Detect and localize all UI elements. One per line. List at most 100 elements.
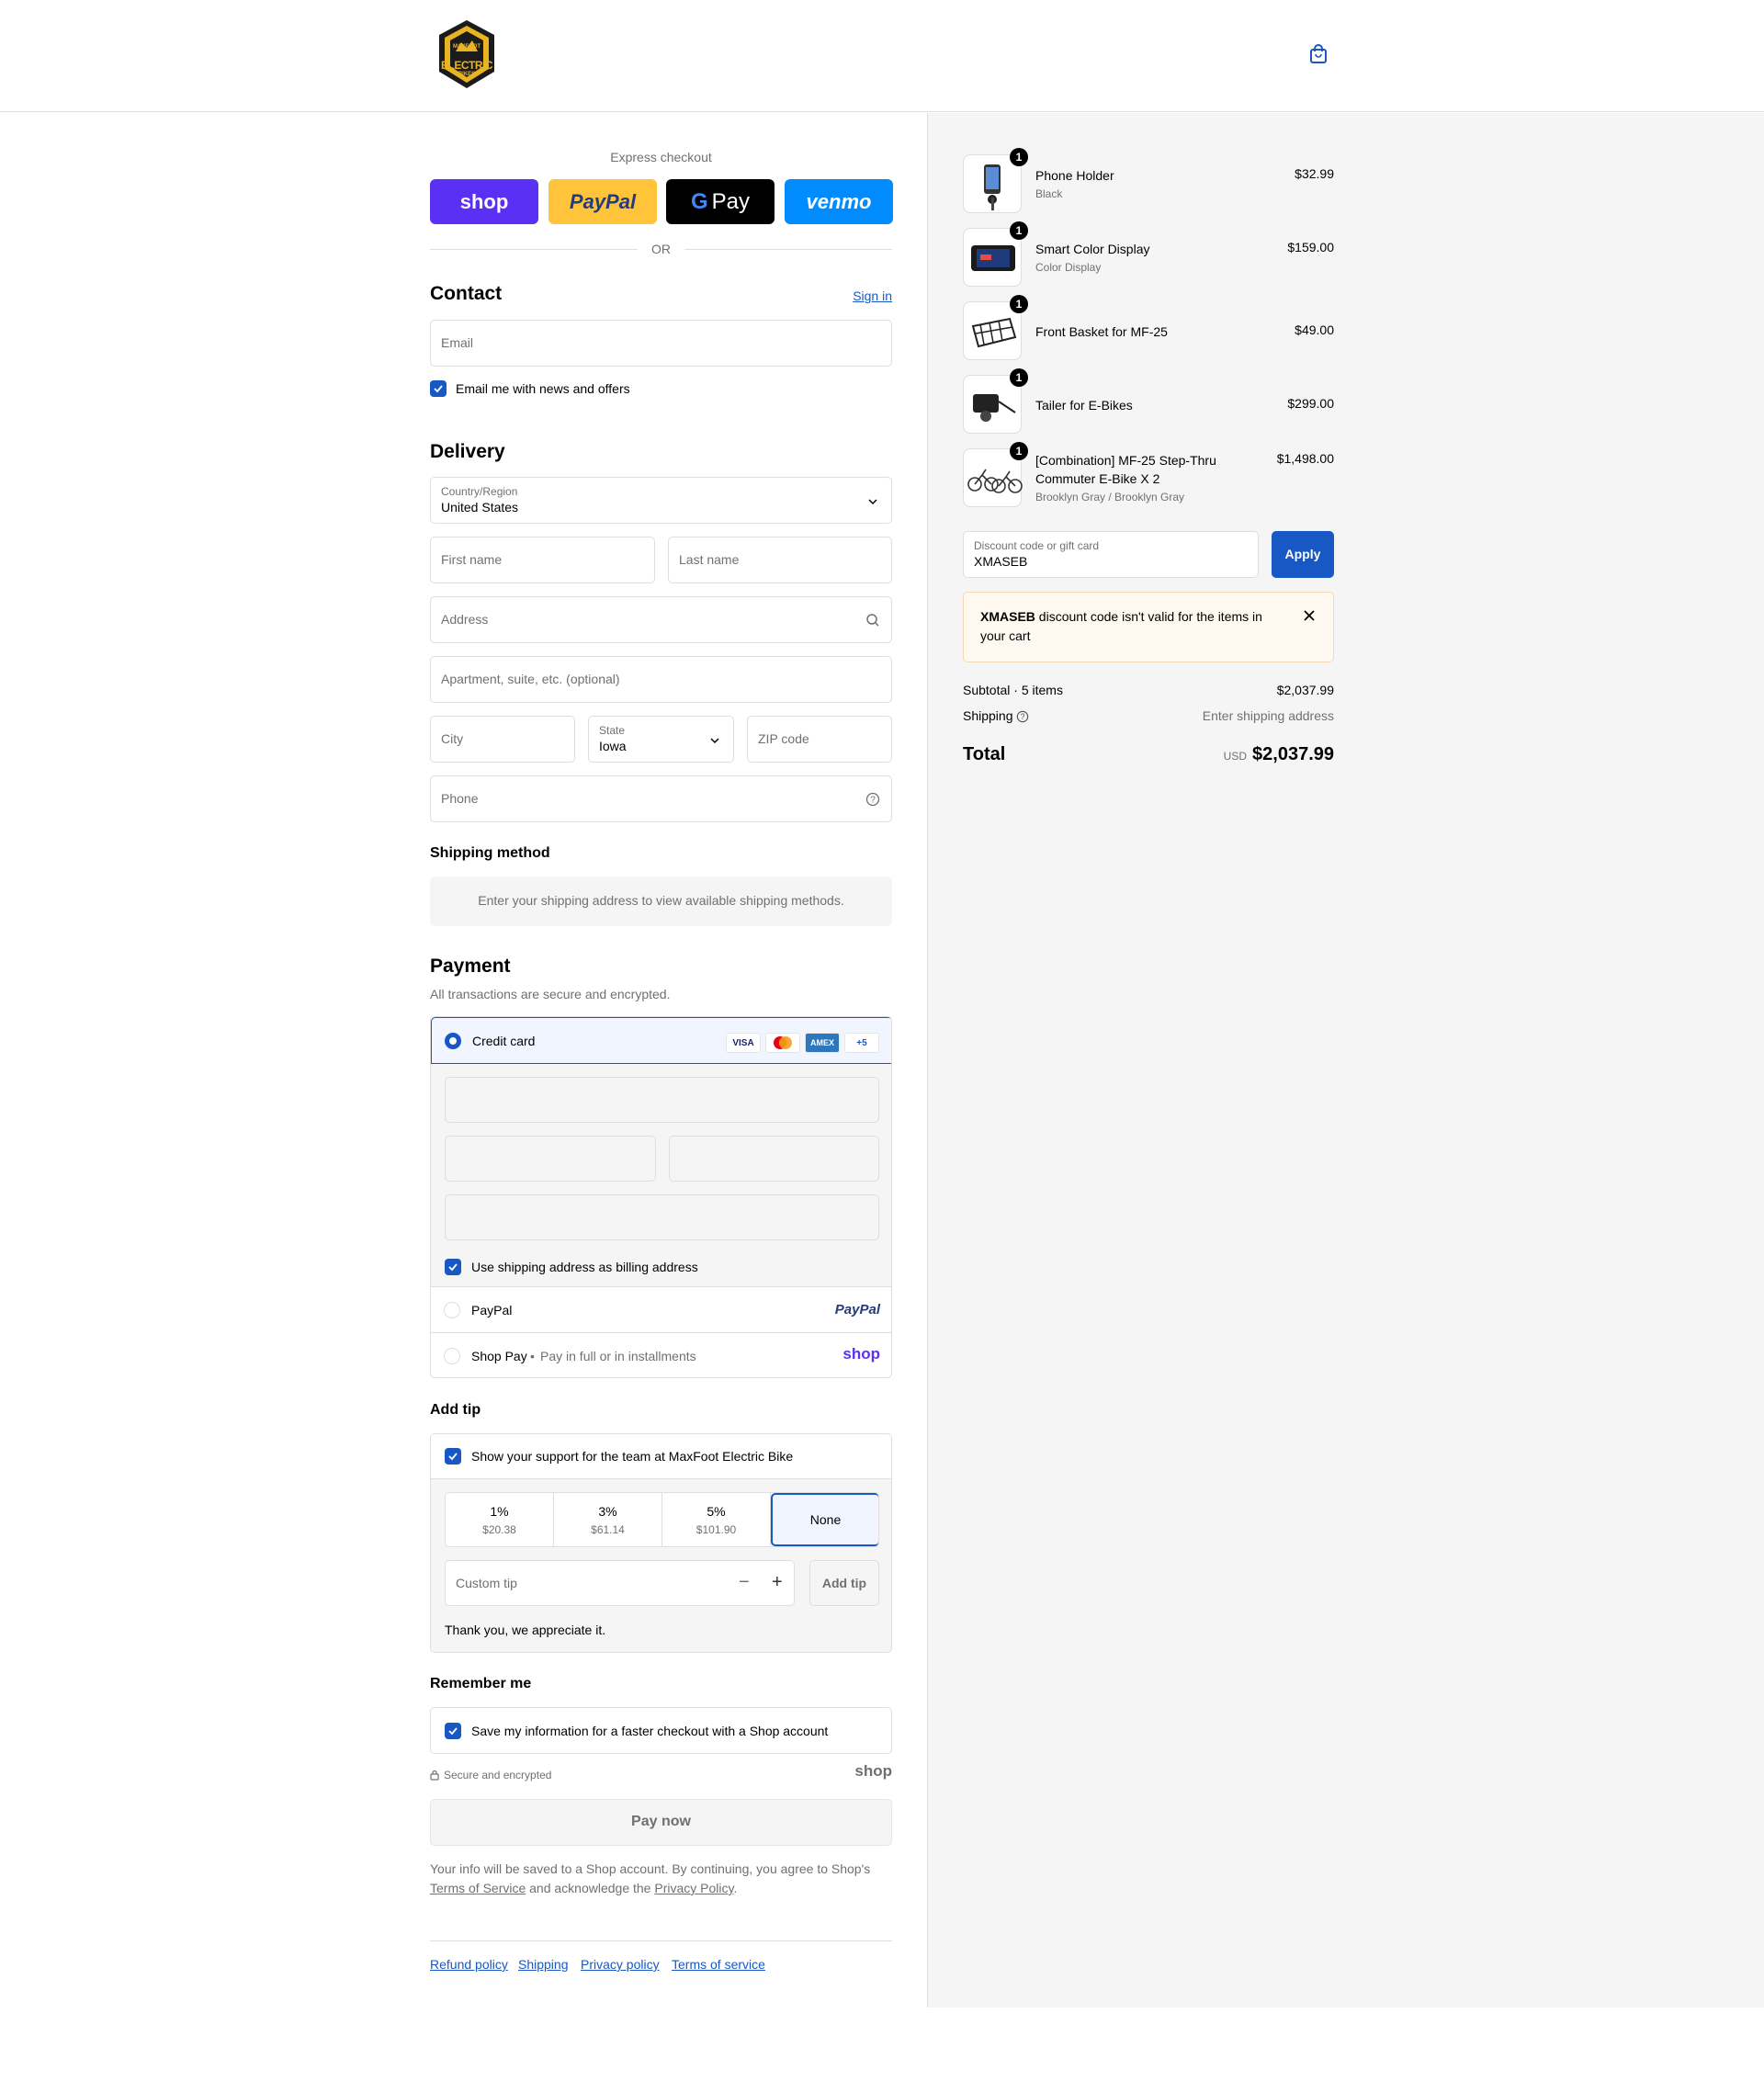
- card-cvv-field[interactable]: [669, 1136, 879, 1182]
- cart-item: 1 Front Basket for MF-25 $49.00: [963, 295, 1334, 362]
- legal-end: .: [733, 1881, 738, 1895]
- shop-pay-radio[interactable]: [444, 1348, 460, 1364]
- store-logo[interactable]: MAXFOOT ELECTRIC BIKES: [435, 18, 498, 92]
- item-name: Smart Color Display: [1035, 242, 1150, 256]
- phone-placeholder: Phone: [441, 791, 479, 806]
- plus-icon[interactable]: +: [772, 1572, 783, 1593]
- item-price: $159.00: [1287, 240, 1334, 254]
- zip-placeholder: ZIP code: [758, 731, 809, 746]
- paypal-radio[interactable]: [444, 1302, 460, 1318]
- tip-support-checkbox[interactable]: [445, 1448, 461, 1465]
- remember-label: Save my information for a faster checkou…: [471, 1724, 829, 1738]
- shop-pay-subtext: Pay in full or in installments: [540, 1349, 696, 1363]
- close-icon[interactable]: [1303, 609, 1316, 622]
- refund-policy-link[interactable]: Refund policy: [430, 1957, 508, 1972]
- paypal-logo: PayPal: [834, 1302, 880, 1318]
- billing-label: Use shipping address as billing address: [471, 1260, 698, 1274]
- address-field[interactable]: Address: [430, 596, 892, 643]
- shipping-method-title: Shipping method: [430, 845, 550, 861]
- display-thumb: 1: [963, 221, 1028, 287]
- shipping-policy-link[interactable]: Shipping: [518, 1957, 569, 1972]
- paypal-label: PayPal: [569, 189, 637, 213]
- add-tip-button[interactable]: Add tip: [809, 1560, 879, 1606]
- first-name-field[interactable]: First name: [430, 537, 655, 583]
- tip-option-amount: $20.38: [482, 1523, 516, 1536]
- lock-icon: [430, 1770, 439, 1781]
- google-g-icon: G: [690, 188, 708, 214]
- news-checkbox[interactable]: [430, 380, 447, 397]
- chevron-down-icon: [710, 738, 719, 744]
- zip-field[interactable]: ZIP code: [747, 716, 892, 763]
- shop-pay-option[interactable]: Shop Pay • Pay in full or in installment…: [431, 1332, 891, 1377]
- country-value: United States: [441, 500, 519, 515]
- item-name: Phone Holder: [1035, 168, 1114, 183]
- tip-option-5[interactable]: 5% $101.90: [662, 1493, 771, 1546]
- venmo-label: venmo: [806, 189, 872, 213]
- country-select[interactable]: Country/Region United States: [430, 477, 892, 524]
- terms-of-service-link[interactable]: Terms of service: [672, 1957, 765, 1972]
- credit-card-radio[interactable]: [445, 1033, 461, 1049]
- apartment-field[interactable]: Apartment, suite, etc. (optional): [430, 656, 892, 703]
- quantity-badge: 1: [1010, 368, 1028, 387]
- header: MAXFOOT ELECTRIC BIKES: [0, 0, 1764, 112]
- cart-item: 1 Phone Holder Black $32.99: [963, 148, 1334, 215]
- tip-option-3[interactable]: 3% $61.14: [554, 1493, 662, 1546]
- shopping-bag-icon[interactable]: [1308, 44, 1332, 68]
- shop-tos-link[interactable]: Terms of Service: [430, 1881, 526, 1895]
- email-placeholder: Email: [441, 335, 474, 350]
- last-name-placeholder: Last name: [679, 552, 740, 567]
- news-label: Email me with news and offers: [456, 381, 630, 396]
- item-name: [Combination] MF-25 Step-Thru Commuter E…: [1035, 453, 1216, 486]
- email-field[interactable]: Email: [430, 320, 892, 367]
- venmo-button[interactable]: venmo: [785, 179, 893, 224]
- payment-subtitle: All transactions are secure and encrypte…: [430, 987, 671, 1001]
- paypal-button[interactable]: PayPal: [548, 179, 657, 224]
- shipping-label: Shipping: [963, 708, 1013, 723]
- help-icon[interactable]: ?: [1016, 710, 1029, 723]
- custom-tip-field[interactable]: Custom tip − +: [445, 1560, 795, 1606]
- last-name-field[interactable]: Last name: [668, 537, 892, 583]
- paypal-option-label: PayPal: [471, 1303, 513, 1318]
- card-name-field[interactable]: [445, 1194, 879, 1240]
- credit-card-option[interactable]: Credit card VISA AMEX +5: [431, 1017, 891, 1064]
- subtotal-label: Subtotal · 5 items: [963, 683, 1063, 697]
- quantity-badge: 1: [1010, 148, 1028, 166]
- minus-icon[interactable]: −: [739, 1572, 750, 1593]
- pay-now-button[interactable]: Pay now: [430, 1799, 892, 1846]
- paypal-option[interactable]: PayPal PayPal: [431, 1286, 891, 1332]
- tip-option-pct: 1%: [490, 1504, 509, 1519]
- sign-in-link[interactable]: Sign in: [853, 288, 892, 303]
- shop-privacy-link[interactable]: Privacy Policy: [654, 1881, 733, 1895]
- item-variant: Brooklyn Gray / Brooklyn Gray: [1035, 491, 1185, 503]
- help-icon[interactable]: ?: [865, 792, 880, 807]
- card-number-field[interactable]: [445, 1077, 879, 1123]
- discount-field[interactable]: Discount code or gift card XMASEB: [963, 531, 1259, 578]
- google-pay-button[interactable]: G Pay: [666, 179, 775, 224]
- tip-option-none[interactable]: None: [771, 1493, 878, 1546]
- express-checkout-title: Express checkout: [610, 150, 712, 164]
- billing-checkbox[interactable]: [445, 1259, 461, 1275]
- privacy-policy-link[interactable]: Privacy policy: [581, 1957, 660, 1972]
- total-amount: USD $2,037.99: [1224, 744, 1334, 765]
- phone-holder-thumb: 1: [963, 148, 1028, 213]
- chevron-down-icon: [868, 499, 877, 505]
- phone-field[interactable]: Phone ?: [430, 775, 892, 822]
- credit-card-label: Credit card: [472, 1034, 536, 1048]
- visa-label: VISA: [732, 1037, 754, 1048]
- quantity-badge: 1: [1010, 295, 1028, 313]
- first-name-placeholder: First name: [441, 552, 503, 567]
- remember-checkbox[interactable]: [445, 1723, 461, 1739]
- shop-pay-button[interactable]: shop: [430, 179, 538, 224]
- apply-button[interactable]: Apply: [1272, 531, 1334, 578]
- shipping-value: Enter shipping address: [1202, 708, 1334, 723]
- card-expiry-field[interactable]: [445, 1136, 656, 1182]
- shipping-method-notice: Enter your shipping address to view avai…: [430, 877, 892, 926]
- state-select[interactable]: State Iowa: [588, 716, 734, 763]
- tip-option-1[interactable]: 1% $20.38: [446, 1493, 554, 1546]
- item-name: Tailer for E-Bikes: [1035, 398, 1133, 413]
- city-field[interactable]: City: [430, 716, 575, 763]
- quantity-badge: 1: [1010, 221, 1028, 240]
- cart-item: 1 [Combination] MF-25 Step-Thru Commuter…: [963, 442, 1334, 513]
- custom-tip-placeholder: Custom tip: [456, 1576, 517, 1590]
- or-divider-text: OR: [651, 242, 671, 256]
